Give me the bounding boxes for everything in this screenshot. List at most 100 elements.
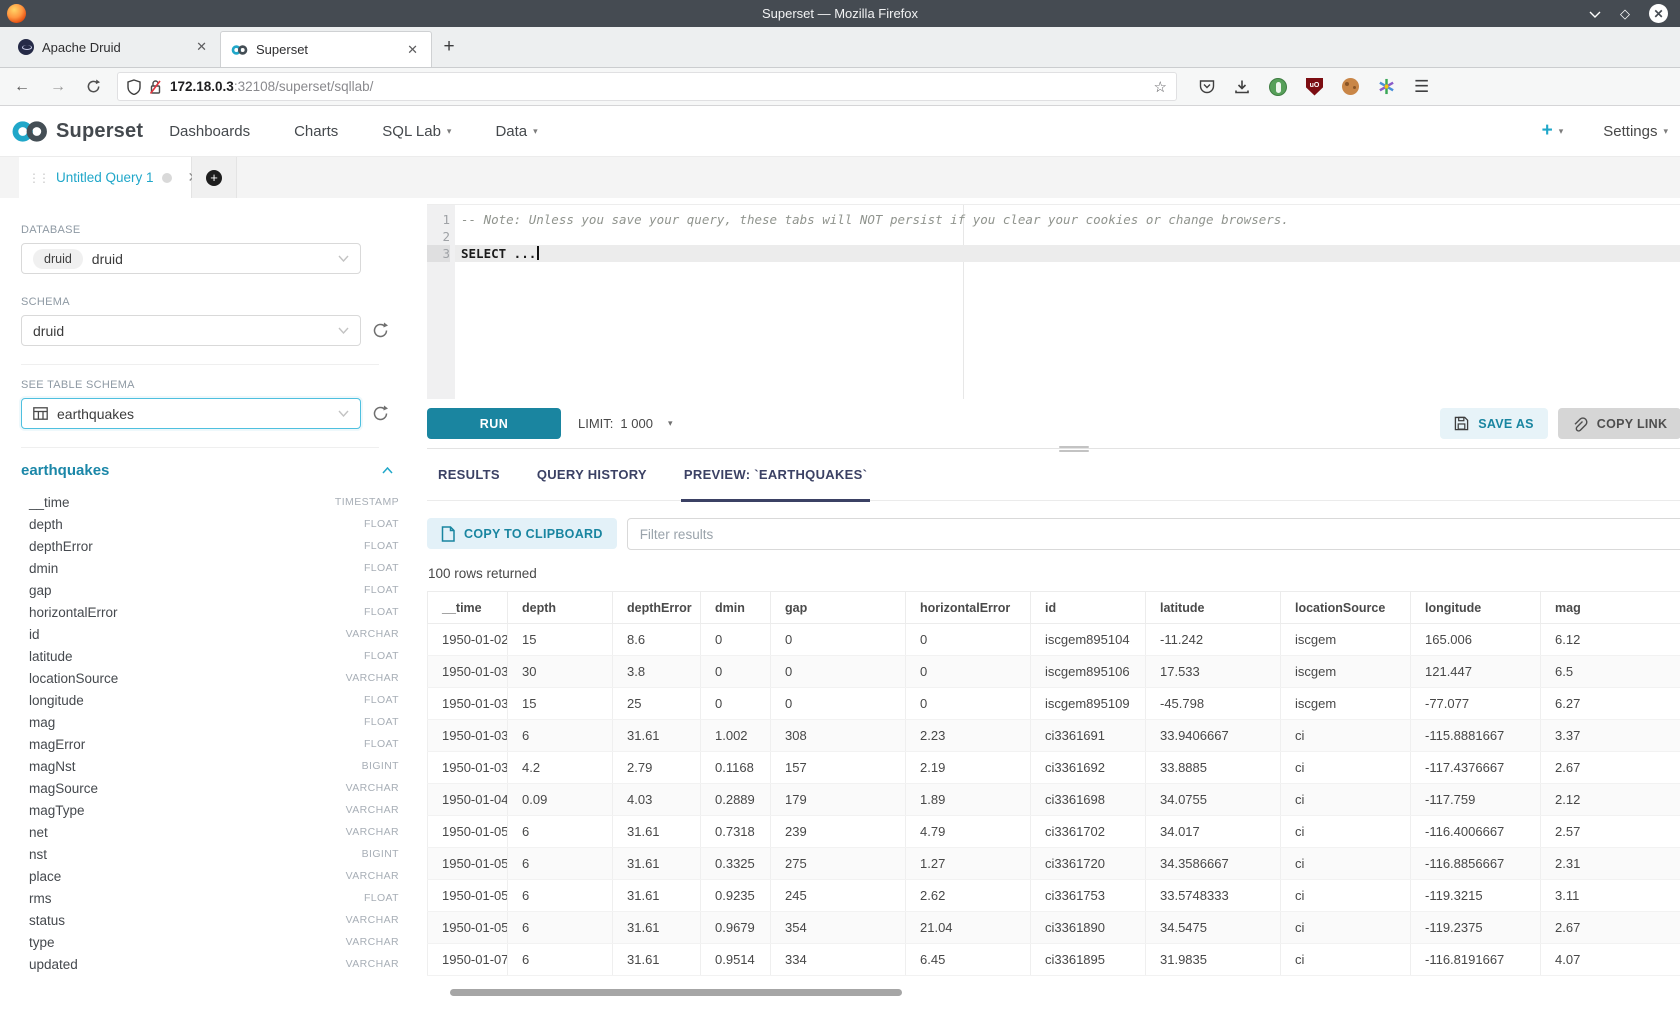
caret-down-icon: ▾: [1663, 126, 1668, 137]
tab-results[interactable]: RESULTS: [438, 449, 500, 500]
insecure-lock-icon[interactable]: [149, 79, 162, 95]
row-count-status: 100 rows returned: [428, 566, 1680, 581]
save-as-button[interactable]: SAVE AS: [1440, 408, 1548, 439]
schema-select[interactable]: druid: [21, 315, 361, 346]
results-tabbar: RESULTS QUERY HISTORY PREVIEW: `EARTHQUA…: [427, 449, 1680, 501]
column-header[interactable]: latitude: [1146, 592, 1281, 624]
collapse-chevron-up-icon[interactable]: [382, 467, 393, 474]
column-type: BIGINT: [362, 848, 399, 860]
column-header[interactable]: horizontalError: [906, 592, 1031, 624]
table-row[interactable]: 1950-01-03T11:06:28.640Z15 250 00 iscgem…: [428, 688, 1680, 720]
close-icon[interactable]: ✕: [1649, 4, 1668, 23]
tab-query-history[interactable]: QUERY HISTORY: [537, 449, 647, 500]
database-select[interactable]: druid druid: [21, 243, 361, 274]
editor-code-area[interactable]: -- Note: Unless you save your query, the…: [455, 205, 1680, 399]
column-row: latitude FLOAT: [21, 645, 399, 667]
scrollbar-thumb[interactable]: [450, 989, 902, 996]
window-title: Superset — Mozilla Firefox: [0, 6, 1680, 21]
pocket-icon[interactable]: [1199, 79, 1215, 94]
tracking-shield-icon[interactable]: [127, 79, 141, 95]
back-icon[interactable]: ←: [14, 78, 30, 96]
url-bar[interactable]: 172.18.0.3:32108/superset/sqllab/ ☆: [117, 72, 1177, 101]
reload-icon[interactable]: [86, 79, 101, 94]
column-row: magError FLOAT: [21, 733, 399, 755]
column-row: nst BIGINT: [21, 843, 399, 865]
bookmark-star-icon[interactable]: ☆: [1154, 78, 1167, 96]
table-row[interactable]: 1950-01-05T14:00:31.860Z6 31.610.9679 35…: [428, 912, 1680, 944]
refresh-table-icon[interactable]: [372, 405, 389, 422]
table-row[interactable]: 1950-01-05T13:45:48.730Z6 31.610.9235 24…: [428, 880, 1680, 912]
column-header[interactable]: depthError: [613, 592, 701, 624]
column-row: depth FLOAT: [21, 513, 399, 535]
superset-logo[interactable]: Superset: [10, 119, 143, 144]
table-row[interactable]: 1950-01-02T15:14:37.960Z15 8.60 00 iscge…: [428, 624, 1680, 656]
column-header[interactable]: gap: [771, 592, 906, 624]
table-row[interactable]: 1950-01-07T09:37:33.670Z6 31.610.9514 33…: [428, 944, 1680, 976]
pane-resize-handle[interactable]: [1059, 444, 1089, 454]
column-header[interactable]: id: [1031, 592, 1146, 624]
column-type: FLOAT: [364, 650, 399, 662]
ublock-icon[interactable]: uO: [1306, 78, 1323, 96]
add-query-tab-button[interactable]: +: [192, 157, 237, 198]
table-row[interactable]: 1950-01-03T11:26:30.040Z6 31.611.002 308…: [428, 720, 1680, 752]
extension-icon[interactable]: [1269, 78, 1287, 96]
cookie-extension-icon[interactable]: [1342, 78, 1359, 95]
nav-data[interactable]: Data▾: [495, 123, 537, 140]
menu-icon[interactable]: ☰: [1414, 77, 1429, 97]
table-select[interactable]: earthquakes: [21, 398, 361, 429]
colorful-extension-icon[interactable]: [1378, 78, 1395, 95]
minimize-icon[interactable]: [1589, 10, 1601, 18]
status-dot: [162, 173, 172, 183]
filter-results-input[interactable]: [627, 518, 1680, 550]
column-header[interactable]: mag: [1541, 592, 1680, 624]
downloads-icon[interactable]: [1234, 79, 1250, 95]
schema-label: SCHEMA: [21, 296, 410, 308]
column-type: FLOAT: [364, 518, 399, 530]
horizontal-scrollbar[interactable]: [427, 989, 1680, 997]
table-row[interactable]: 1950-01-05T07:24:19.740Z6 31.610.7318 23…: [428, 816, 1680, 848]
add-new-button[interactable]: +▾: [1542, 120, 1564, 142]
drag-grip-icon[interactable]: ⋮⋮: [28, 171, 48, 185]
tab-close-icon[interactable]: ✕: [404, 42, 421, 58]
tab-preview-earthquakes[interactable]: PREVIEW: `EARTHQUAKES`: [684, 449, 867, 500]
limit-dropdown[interactable]: LIMIT: 1 000 ▾: [578, 416, 672, 431]
brand-name: Superset: [56, 120, 143, 143]
column-row: net VARCHAR: [21, 821, 399, 843]
copy-to-clipboard-button[interactable]: COPY TO CLIPBOARD: [427, 518, 617, 549]
table-row[interactable]: 1950-01-05T12:51:29.690Z6 31.610.3325 27…: [428, 848, 1680, 880]
forward-icon[interactable]: →: [50, 78, 66, 96]
column-type: FLOAT: [364, 738, 399, 750]
query-tab-untitled[interactable]: ⋮⋮ Untitled Query 1 ✕: [19, 157, 192, 198]
column-header[interactable]: depth: [508, 592, 613, 624]
sql-editor[interactable]: 1 2 3 -- Note: Unless you save your quer…: [427, 204, 1680, 399]
column-row: id VARCHAR: [21, 623, 399, 645]
refresh-schema-icon[interactable]: [372, 322, 389, 339]
plus-circle-icon: +: [206, 170, 222, 186]
table-schema-label: SEE TABLE SCHEMA: [21, 379, 410, 391]
column-header[interactable]: longitude: [1411, 592, 1541, 624]
settings-menu[interactable]: Settings▾: [1603, 123, 1668, 140]
column-header[interactable]: __time: [428, 592, 508, 624]
column-row: gap FLOAT: [21, 579, 399, 601]
tab-close-icon[interactable]: ✕: [193, 39, 210, 55]
table-row[interactable]: 1950-01-03T17:26:38.860Z4.2 2.790.1168 1…: [428, 752, 1680, 784]
text-cursor: [537, 246, 539, 260]
nav-charts[interactable]: Charts: [294, 123, 338, 140]
column-row: mag FLOAT: [21, 711, 399, 733]
column-type: FLOAT: [364, 540, 399, 552]
browser-tab-druid[interactable]: Apache Druid ✕: [8, 27, 220, 67]
new-tab-button[interactable]: +: [432, 27, 466, 67]
column-row: magNst BIGINT: [21, 755, 399, 777]
column-header[interactable]: dmin: [701, 592, 771, 624]
maximize-icon[interactable]: ◇: [1620, 7, 1630, 20]
nav-sql-lab[interactable]: SQL Lab▾: [382, 123, 451, 140]
table-row[interactable]: 1950-01-04T16:38:45.670Z0.09 4.030.2889 …: [428, 784, 1680, 816]
copy-link-button[interactable]: COPY LINK: [1558, 408, 1680, 439]
column-header[interactable]: locationSource: [1281, 592, 1411, 624]
table-row[interactable]: 1950-01-03T02:51:55.410Z30 3.80 00 iscge…: [428, 656, 1680, 688]
run-button[interactable]: RUN: [427, 408, 561, 439]
caret-down-icon: ▾: [447, 126, 452, 137]
nav-dashboards[interactable]: Dashboards: [169, 123, 250, 140]
results-table: __timedepthdepthErrordmingaphorizontalEr…: [427, 591, 1680, 976]
browser-tab-superset[interactable]: Superset ✕: [220, 31, 432, 67]
